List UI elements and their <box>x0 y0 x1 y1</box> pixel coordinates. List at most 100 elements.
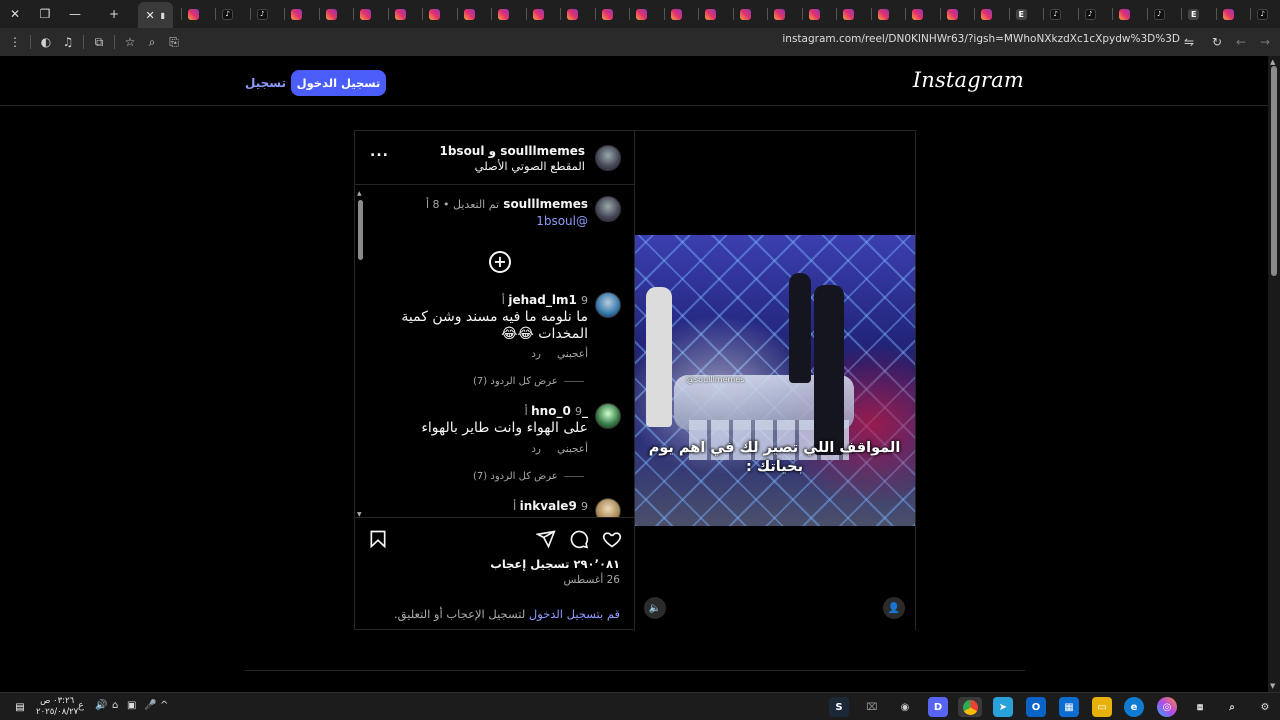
xbox-icon[interactable]: ⌧ <box>862 697 882 717</box>
back-arrow-icon[interactable]: ← <box>1230 31 1252 53</box>
extensions-icon[interactable]: ⧉ <box>88 31 110 53</box>
install-app-icon[interactable]: ⎘ <box>163 31 185 53</box>
site-settings-icon[interactable]: ⇋ <box>1178 31 1200 53</box>
more-options-button[interactable]: ... <box>370 144 389 160</box>
share-icon[interactable] <box>535 528 557 550</box>
new-tab-icon[interactable]: + <box>90 0 138 28</box>
zoom-icon[interactable]: ⌕ <box>141 31 163 53</box>
browser-tab[interactable] <box>414 0 449 28</box>
signup-link[interactable]: تسجيل <box>245 76 286 90</box>
browser-tab[interactable] <box>1104 0 1139 28</box>
browser-tab[interactable]: E <box>1001 0 1036 28</box>
file-explorer-icon[interactable]: ▭ <box>1092 697 1112 717</box>
browser-tab[interactable] <box>552 0 587 28</box>
browser-tab[interactable] <box>828 0 863 28</box>
screen-icon[interactable]: ▣ <box>127 700 136 711</box>
browser-tab[interactable] <box>932 0 967 28</box>
bookmark-icon[interactable] <box>367 528 389 550</box>
notifications-icon[interactable]: ▤ <box>10 697 30 717</box>
reply-link[interactable]: رد <box>531 443 541 455</box>
login-button[interactable]: تسجيل الدخول <box>291 70 386 96</box>
add-icon[interactable]: + <box>489 251 511 273</box>
likes-count[interactable]: ٢٩٠٬٠٨١ تسجيل إعجاب <box>490 557 620 571</box>
edge-icon[interactable]: e <box>1124 697 1144 717</box>
restore-window-icon[interactable]: ❐ <box>30 0 60 28</box>
address-bar[interactable]: instagram.com/reel/DN0KINHWr63/?igsh=MWh… <box>782 33 1180 45</box>
mention-link[interactable]: @1bsoul <box>388 213 588 230</box>
page-scrollbar[interactable]: ▲ ▼ <box>1268 56 1280 692</box>
browser-tab[interactable]: ♪ <box>1242 0 1277 28</box>
browser-tab[interactable] <box>276 0 311 28</box>
discord-icon[interactable]: D <box>928 697 948 717</box>
instagram-logo[interactable]: Instagram <box>913 68 1024 92</box>
search-icon[interactable]: ⌕ <box>1222 697 1242 717</box>
view-replies-link[interactable]: عرض كل الردود (7) <box>473 376 584 387</box>
bookmark-star-icon[interactable]: ☆ <box>119 31 141 53</box>
copilot-icon[interactable]: ◎ <box>1157 697 1177 717</box>
reel-video[interactable]: @soulllmemes المواقف اللي تصير لك في اهم… <box>634 235 915 526</box>
microphone-icon[interactable]: 🎤 <box>144 700 156 711</box>
browser-tab[interactable] <box>380 0 415 28</box>
avatar[interactable] <box>595 196 621 222</box>
browser-tab[interactable] <box>587 0 622 28</box>
browser-tab[interactable] <box>311 0 346 28</box>
browser-tab[interactable] <box>173 0 208 28</box>
browser-tab[interactable]: ♪ <box>1035 0 1070 28</box>
scrollbar-thumb[interactable] <box>1271 66 1277 276</box>
browser-tab[interactable] <box>966 0 1001 28</box>
username[interactable]: jehad_lm1 <box>508 293 576 307</box>
avatar[interactable] <box>595 145 621 171</box>
browser-tab[interactable] <box>345 0 380 28</box>
network-icon[interactable]: ⌂ <box>112 700 118 711</box>
avatar[interactable] <box>595 292 621 318</box>
profile-icon[interactable]: ◐ <box>35 31 57 53</box>
browser-tab[interactable] <box>1208 0 1243 28</box>
browser-tab[interactable]: ♪ <box>1139 0 1174 28</box>
username[interactable]: soulllmemes <box>503 197 588 211</box>
minimize-window-icon[interactable]: — <box>60 0 90 28</box>
volume-icon[interactable]: 🔊 <box>95 700 107 711</box>
browser-tab[interactable] <box>759 0 794 28</box>
like-comment-link[interactable]: أعجبني <box>557 443 588 455</box>
username[interactable]: inkvale9 <box>520 499 577 513</box>
browser-tab[interactable] <box>449 0 484 28</box>
media-control-icon[interactable]: ♫ <box>57 31 79 53</box>
heart-icon[interactable] <box>601 528 623 550</box>
audio-toggle-icon[interactable]: 🔈 <box>644 597 666 619</box>
browser-tab[interactable]: ♪ <box>1277 0 1280 28</box>
browser-tab[interactable] <box>621 0 656 28</box>
forward-arrow-icon[interactable]: → <box>1254 31 1276 53</box>
obs-icon[interactable]: ◉ <box>895 697 915 717</box>
browser-tab[interactable]: ♪ <box>207 0 242 28</box>
active-tab[interactable]: ✕ ▮ <box>138 2 173 28</box>
reload-icon[interactable]: ↻ <box>1206 31 1228 53</box>
keyboard-language[interactable]: ع <box>78 700 84 711</box>
browser-tab[interactable]: ♪ <box>242 0 277 28</box>
start-icon[interactable]: ⚙ <box>1255 697 1275 717</box>
browser-tab[interactable] <box>794 0 829 28</box>
browser-tab[interactable] <box>656 0 691 28</box>
browser-tab[interactable] <box>897 0 932 28</box>
comment-icon[interactable] <box>568 528 590 550</box>
chevron-up-icon[interactable]: ^ <box>160 700 168 711</box>
browser-tab[interactable] <box>863 0 898 28</box>
view-replies-link[interactable]: عرض كل الردود (7) <box>473 471 584 482</box>
tagged-users-icon[interactable]: 👤 <box>883 597 905 619</box>
outlook-icon[interactable]: O <box>1026 697 1046 717</box>
browser-tab[interactable] <box>690 0 725 28</box>
reply-link[interactable]: رد <box>531 348 541 360</box>
task-view-icon[interactable]: ⧈ <box>1190 697 1210 717</box>
login-prompt-link[interactable]: قم بتسجيل الدخول <box>529 607 620 621</box>
browser-tab[interactable]: E <box>1173 0 1208 28</box>
scroll-down-arrow-icon[interactable]: ▼ <box>1270 682 1275 690</box>
store-icon[interactable]: ▦ <box>1059 697 1079 717</box>
avatar[interactable] <box>595 498 621 517</box>
post-authors[interactable]: soulllmemes و 1bsoul <box>439 144 585 158</box>
original-audio-link[interactable]: المقطع الصوتي الأصلي <box>475 159 585 173</box>
telegram-icon[interactable]: ➤ <box>993 697 1013 717</box>
steam-icon[interactable]: S <box>829 697 849 717</box>
browser-tab[interactable] <box>725 0 760 28</box>
like-comment-link[interactable]: أعجبني <box>557 348 588 360</box>
avatar[interactable] <box>595 403 621 429</box>
system-clock[interactable]: ٠٣:٢٦ ص ٢٠٢٥/٠٨/٢٧ <box>36 696 78 718</box>
